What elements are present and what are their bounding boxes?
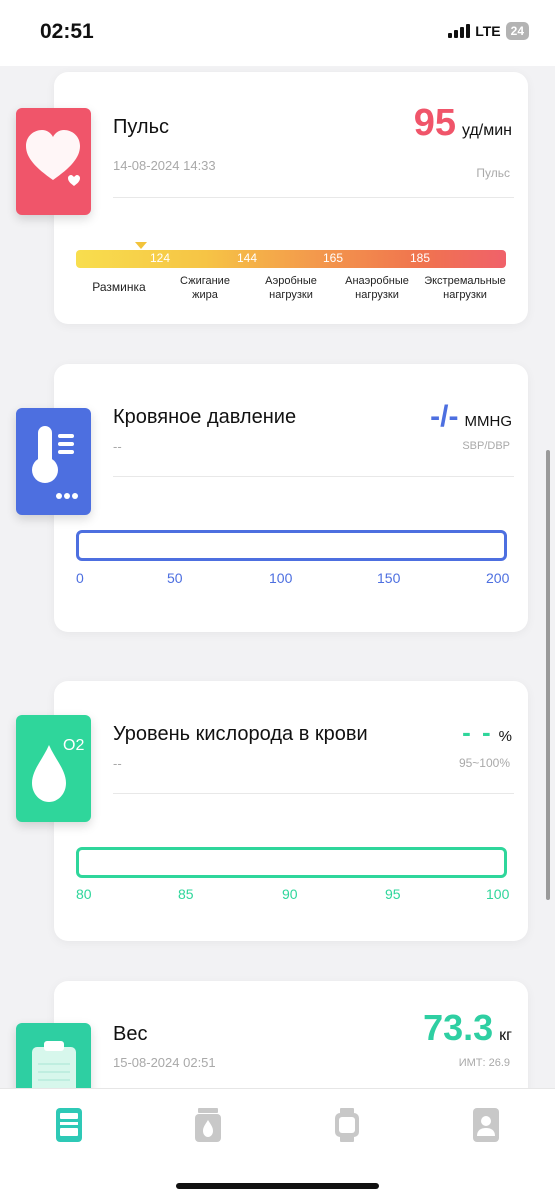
pulse-title: Пульс <box>113 116 170 138</box>
dashboard-icon <box>56 1108 82 1142</box>
scale-label: 95 <box>385 886 401 902</box>
scale-label: 200 <box>486 570 510 586</box>
signal-icon <box>448 24 471 38</box>
zone-label: Разминка <box>92 280 146 294</box>
oxygen-value: - - <box>462 717 493 747</box>
pulse-unit: уд/мин <box>461 122 512 139</box>
oxygen-title: Уровень кислорода в крови <box>113 723 368 745</box>
activity-tab[interactable] <box>190 1105 226 1145</box>
zone-label: Сжигание жира <box>180 275 230 301</box>
scale-label: 0 <box>76 570 84 586</box>
weight-title: Вес <box>113 1023 148 1045</box>
pulse-value-group: 95 уд/мин <box>414 102 512 145</box>
pulse-sub: Пульс <box>476 166 510 180</box>
oxygen-unit: % <box>498 728 512 745</box>
pulse-card[interactable]: Пульс 14-08-2024 14:33 95 уд/мин Пульс 1… <box>54 72 528 324</box>
weight-date: 15-08-2024 02:51 <box>113 1055 216 1070</box>
clipboard-icon <box>16 1023 91 1088</box>
status-indicators: LTE 24 <box>448 22 529 40</box>
zone-tick: 144 <box>237 251 258 265</box>
weight-unit: кг <box>499 1027 512 1044</box>
home-indicator[interactable] <box>176 1183 379 1189</box>
heart-rate-zone-bar: 124 144 165 185 <box>76 250 506 268</box>
pressure-unit: MMHG <box>464 413 513 430</box>
device-tab[interactable] <box>329 1105 365 1145</box>
divider <box>113 793 514 794</box>
weight-value: 73.3 <box>423 1007 494 1048</box>
oxygen-value-group: - - % <box>462 717 512 748</box>
pressure-scale: 0 50 100 150 200 <box>76 570 512 586</box>
scale-label: 100 <box>486 886 510 902</box>
status-time: 02:51 <box>40 20 94 43</box>
zone-label: Аэробные нагрузки <box>265 275 317 301</box>
scrollbar[interactable] <box>546 450 550 900</box>
pressure-sub: SBP/DBP <box>462 440 510 452</box>
zone-tick: 124 <box>150 251 171 265</box>
status-bar: 02:51 LTE 24 <box>0 0 555 66</box>
oxygen-date: -- <box>113 756 122 771</box>
battery-icon: 24 <box>505 22 529 40</box>
pressure-date: -- <box>113 439 122 454</box>
profile-tab[interactable] <box>468 1105 504 1145</box>
scale-label: 85 <box>178 886 194 902</box>
heart-icon <box>16 108 91 215</box>
divider <box>113 197 514 198</box>
weight-bmi: ИМТ: 26.9 <box>458 1057 510 1069</box>
scale-label: 50 <box>167 570 183 586</box>
thermometer-icon <box>16 408 91 515</box>
pressure-title: Кровяное давление <box>113 406 297 428</box>
network-type: LTE <box>475 23 501 39</box>
health-list[interactable]: Пульс 14-08-2024 14:33 95 уд/мин Пульс 1… <box>0 66 555 1088</box>
blood-pressure-card[interactable]: Кровяное давление -- -/- MMHG SBP/DBP 0 … <box>54 364 528 632</box>
pulse-value: 95 <box>413 102 456 144</box>
weight-value-group: 73.3 кг <box>423 1007 512 1049</box>
pressure-value: -/- <box>430 400 459 433</box>
weight-card[interactable]: Вес 15-08-2024 02:51 73.3 кг ИМТ: 26.9 <box>54 981 528 1088</box>
flame-icon <box>195 1108 221 1142</box>
divider <box>113 476 514 477</box>
pressure-range-bar <box>76 530 507 561</box>
user-icon <box>473 1108 499 1142</box>
scale-label: 100 <box>269 570 293 586</box>
health-tab[interactable] <box>51 1105 87 1145</box>
scale-label: 80 <box>76 886 92 902</box>
pulse-date: 14-08-2024 14:33 <box>113 158 216 173</box>
zone-label: Экстремальные нагрузки <box>424 275 506 301</box>
oxygen-sub: 95~100% <box>458 756 510 770</box>
watch-icon <box>335 1108 359 1142</box>
oxygen-range-bar <box>76 847 507 878</box>
zone-label: Анаэробные нагрузки <box>345 275 409 301</box>
scale-label: 90 <box>282 886 298 902</box>
water-drop-icon: O2 <box>16 715 91 822</box>
pressure-value-group: -/- MMHG <box>430 400 512 434</box>
o2-label: O2 <box>63 737 84 754</box>
zone-tick: 165 <box>323 251 344 265</box>
blood-oxygen-card[interactable]: Уровень кислорода в крови -- - - % 95~10… <box>54 681 528 941</box>
scale-label: 150 <box>377 570 401 586</box>
zone-marker-icon <box>135 242 147 249</box>
zone-tick: 185 <box>410 251 431 265</box>
oxygen-scale: 80 85 90 95 100 <box>76 886 512 902</box>
